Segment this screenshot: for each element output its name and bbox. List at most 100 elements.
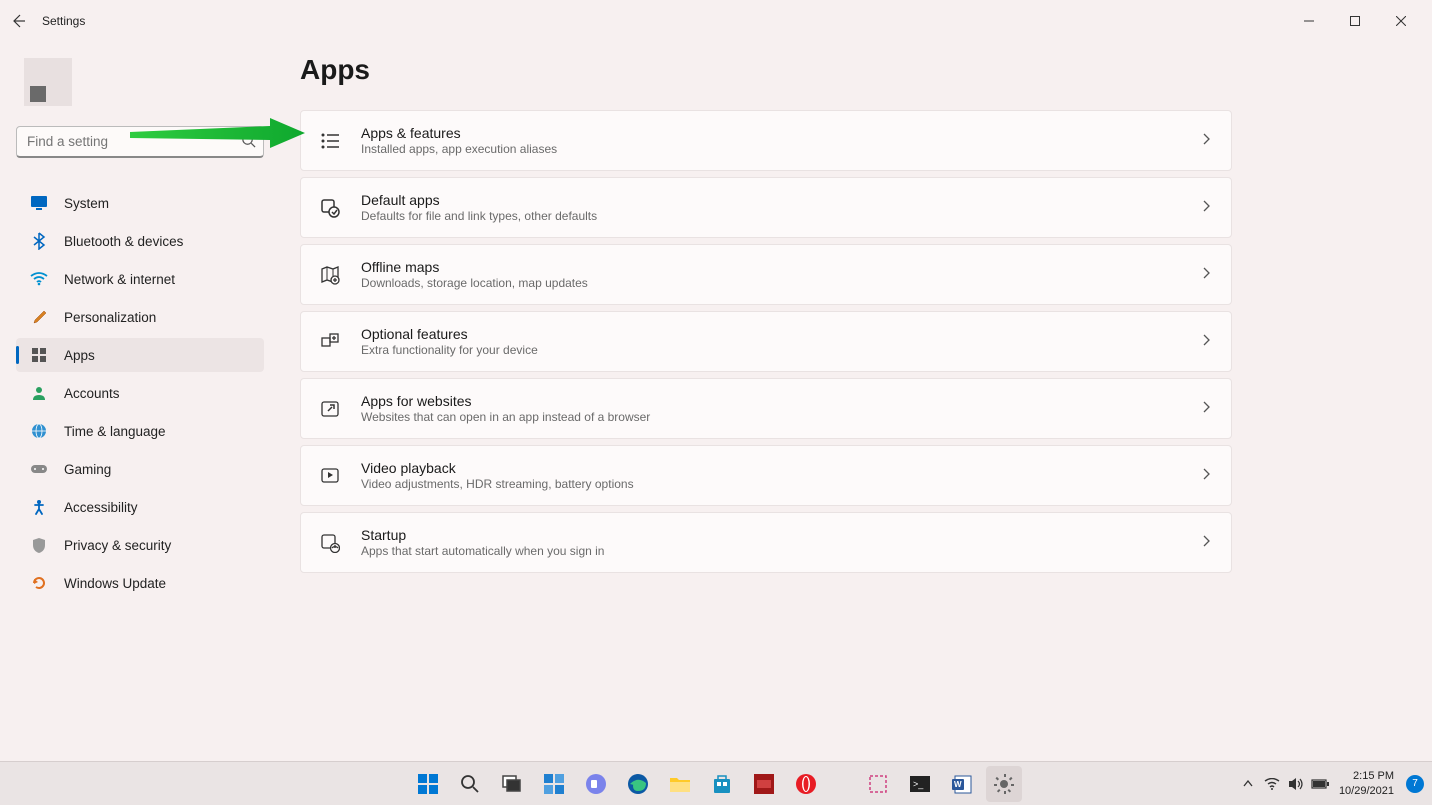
display-icon [30, 194, 48, 212]
wifi-icon [30, 270, 48, 288]
sidebar-item-bluetooth[interactable]: Bluetooth & devices [16, 224, 264, 258]
svg-text:W: W [954, 780, 962, 789]
clock[interactable]: 2:15 PM 10/29/2021 [1333, 769, 1400, 798]
file-explorer-button[interactable] [662, 766, 698, 802]
sidebar-item-label: Windows Update [64, 576, 166, 591]
opera-button[interactable] [788, 766, 824, 802]
sidebar-item-system[interactable]: System [16, 186, 264, 220]
sidebar-item-accounts[interactable]: Accounts [16, 376, 264, 410]
sidebar-item-label: Privacy & security [64, 538, 171, 553]
video-icon [319, 465, 341, 487]
wifi-tray-icon[interactable] [1261, 770, 1283, 798]
edge-button[interactable] [620, 766, 656, 802]
update-icon [30, 574, 48, 592]
app-button-red[interactable] [746, 766, 782, 802]
sidebar-item-personalization[interactable]: Personalization [16, 300, 264, 334]
terminal-button[interactable]: >_ [902, 766, 938, 802]
sidebar-item-label: Apps [64, 348, 95, 363]
sidebar-item-time-language[interactable]: Time & language [16, 414, 264, 448]
sidebar-item-privacy[interactable]: Privacy & security [16, 528, 264, 562]
svg-text:>_: >_ [913, 779, 924, 789]
startup-icon [319, 532, 341, 554]
card-apps-features[interactable]: Apps & features Installed apps, app exec… [300, 110, 1232, 171]
settings-button[interactable] [986, 766, 1022, 802]
map-icon [319, 264, 341, 286]
sidebar-item-label: Gaming [64, 462, 111, 477]
minimize-button[interactable] [1286, 6, 1332, 36]
card-subtitle: Apps that start automatically when you s… [361, 544, 1183, 558]
card-optional-features[interactable]: Optional features Extra functionality fo… [300, 311, 1232, 372]
apps-websites-icon [319, 398, 341, 420]
card-title: Apps for websites [361, 393, 1183, 409]
card-video-playback[interactable]: Video playback Video adjustments, HDR st… [300, 445, 1232, 506]
chevron-right-icon [1203, 333, 1211, 351]
page-title: Apps [300, 54, 1392, 86]
card-subtitle: Defaults for file and link types, other … [361, 209, 1183, 223]
store-button[interactable] [704, 766, 740, 802]
titlebar: Settings [0, 0, 1432, 42]
card-apps-websites[interactable]: Apps for websites Websites that can open… [300, 378, 1232, 439]
sidebar-item-label: Bluetooth & devices [64, 234, 183, 249]
sidebar-item-label: Accessibility [64, 500, 138, 515]
sidebar: System Bluetooth & devices Network & int… [0, 42, 300, 761]
volume-tray-icon[interactable] [1285, 770, 1307, 798]
date-label: 10/29/2021 [1339, 784, 1394, 798]
word-button[interactable]: W [944, 766, 980, 802]
bluetooth-icon [30, 232, 48, 250]
card-subtitle: Downloads, storage location, map updates [361, 276, 1183, 290]
user-profile[interactable] [16, 52, 300, 112]
tray-expand-icon[interactable] [1237, 770, 1259, 798]
list-icon [319, 130, 341, 152]
sidebar-item-label: System [64, 196, 109, 211]
card-subtitle: Websites that can open in an app instead… [361, 410, 1183, 424]
start-button[interactable] [410, 766, 446, 802]
card-subtitle: Extra functionality for your device [361, 343, 1183, 357]
chevron-right-icon [1203, 132, 1211, 150]
card-title: Startup [361, 527, 1183, 543]
chevron-right-icon [1203, 400, 1211, 418]
shield-icon [30, 536, 48, 554]
sidebar-item-network[interactable]: Network & internet [16, 262, 264, 296]
sidebar-item-windows-update[interactable]: Windows Update [16, 566, 264, 600]
card-offline-maps[interactable]: Offline maps Downloads, storage location… [300, 244, 1232, 305]
time-label: 2:15 PM [1353, 769, 1394, 783]
sidebar-item-label: Accounts [64, 386, 120, 401]
card-default-apps[interactable]: Default apps Defaults for file and link … [300, 177, 1232, 238]
nav-list: System Bluetooth & devices Network & int… [16, 186, 300, 600]
chevron-right-icon [1203, 534, 1211, 552]
sidebar-item-accessibility[interactable]: Accessibility [16, 490, 264, 524]
search-input[interactable] [16, 126, 264, 158]
card-title: Optional features [361, 326, 1183, 342]
card-title: Video playback [361, 460, 1183, 476]
close-button[interactable] [1378, 6, 1424, 36]
taskbar: >_ W 2:15 PM 10/29/2021 7 [0, 761, 1432, 805]
sidebar-item-apps[interactable]: Apps [16, 338, 264, 372]
search-button[interactable] [452, 766, 488, 802]
sidebar-item-label: Network & internet [64, 272, 175, 287]
task-view-button[interactable] [494, 766, 530, 802]
window-title: Settings [42, 14, 85, 28]
maximize-button[interactable] [1332, 6, 1378, 36]
gamepad-icon [30, 460, 48, 478]
battery-tray-icon[interactable] [1309, 770, 1331, 798]
card-title: Default apps [361, 192, 1183, 208]
chevron-right-icon [1203, 199, 1211, 217]
card-startup[interactable]: Startup Apps that start automatically wh… [300, 512, 1232, 573]
brush-icon [30, 308, 48, 326]
default-apps-icon [319, 197, 341, 219]
globe-icon [30, 422, 48, 440]
avatar [24, 58, 72, 106]
chevron-right-icon [1203, 467, 1211, 485]
sidebar-item-label: Personalization [64, 310, 156, 325]
card-title: Apps & features [361, 125, 1183, 141]
back-button[interactable] [8, 11, 28, 31]
search-icon [241, 133, 256, 153]
teams-button[interactable] [578, 766, 614, 802]
widgets-button[interactable] [536, 766, 572, 802]
grid-icon [30, 346, 48, 364]
sidebar-item-gaming[interactable]: Gaming [16, 452, 264, 486]
card-title: Offline maps [361, 259, 1183, 275]
notification-badge[interactable]: 7 [1406, 775, 1424, 793]
accessibility-icon [30, 498, 48, 516]
app-button-snip[interactable] [860, 766, 896, 802]
